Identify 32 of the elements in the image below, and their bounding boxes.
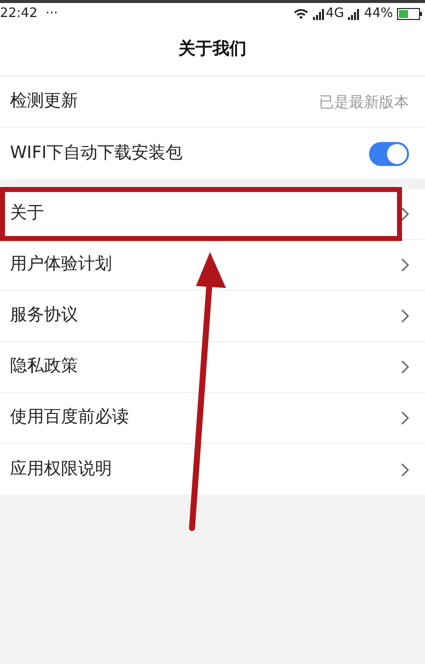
chevron-right-icon	[401, 360, 409, 374]
chevron-right-icon	[401, 207, 409, 221]
settings-row[interactable]: WIFI下自动下载安装包	[0, 128, 425, 179]
status-time: 22:42	[0, 5, 38, 24]
row-label: 应用权限说明	[10, 458, 113, 481]
chevron-right-icon	[401, 258, 409, 272]
toggle-switch[interactable]	[369, 142, 409, 166]
settings-row[interactable]: 关于	[0, 189, 425, 240]
settings-row[interactable]: 检测更新 已是最新版本	[0, 77, 425, 128]
row-label: 用户体验计划	[10, 253, 113, 276]
wifi-icon	[292, 8, 309, 20]
settings-row[interactable]: 使用百度前必读	[0, 393, 425, 444]
row-label: 检测更新	[10, 90, 79, 114]
row-label: 使用百度前必读	[10, 406, 130, 430]
chevron-right-icon	[401, 462, 409, 476]
row-label: 服务协议	[10, 304, 79, 328]
row-label: 关于	[10, 202, 45, 226]
chevron-right-icon	[401, 309, 409, 323]
row-label: WIFI下自动下载安装包	[10, 142, 184, 165]
settings-row[interactable]: 服务协议	[0, 291, 425, 342]
chevron-right-icon	[401, 411, 409, 425]
signal-icon	[312, 8, 325, 20]
battery-percent: 44%	[364, 5, 393, 24]
row-label: 隐私政策	[10, 355, 79, 378]
row-value: 已是最新版本	[319, 92, 409, 113]
signal-icon	[348, 8, 360, 20]
page-title: 关于我们	[178, 38, 246, 62]
network-type: 4G	[326, 5, 344, 24]
settings-row[interactable]: 隐私政策	[0, 342, 425, 393]
status-more: ···	[45, 5, 58, 24]
settings-row[interactable]: 应用权限说明	[0, 444, 425, 495]
battery-icon	[397, 8, 423, 20]
